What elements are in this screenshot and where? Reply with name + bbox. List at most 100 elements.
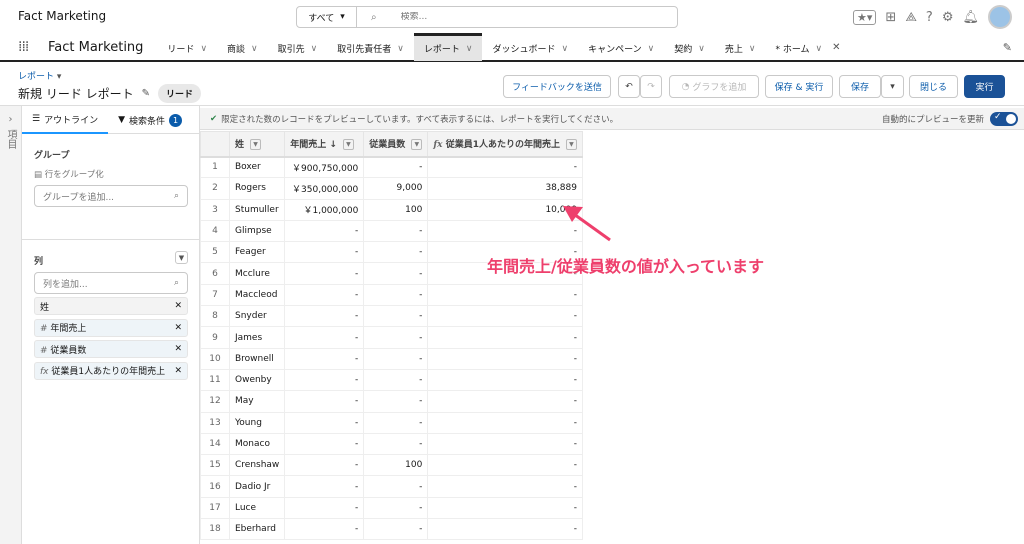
trailhead-icon[interactable]: ⟁ xyxy=(905,10,917,25)
chevron-down-icon[interactable]: ∨ xyxy=(397,44,404,54)
remove-icon[interactable]: ✕ xyxy=(174,344,182,354)
group-rows-label: ▤ 行をグループ化 xyxy=(34,168,104,180)
chevron-down-icon[interactable]: ∨ xyxy=(466,44,473,54)
global-search[interactable]: すべて ▾ ⌕ xyxy=(296,6,678,28)
gear-icon[interactable]: ⚙ xyxy=(942,10,954,25)
add-icon[interactable]: ⊞ xyxy=(885,10,896,25)
breadcrumb[interactable]: レポート ▾ xyxy=(18,69,61,82)
tab-filters[interactable]: ▼ 検索条件 1 xyxy=(108,106,192,134)
run-button[interactable]: 実行 xyxy=(964,75,1005,98)
nav-tab[interactable]: 取引先責任者 ∨ xyxy=(327,33,414,61)
global-header: Fact Marketing すべて ▾ ⌕ ★▾ ⊞ ⟁ ? ⚙ 🔔︎ xyxy=(0,0,1024,34)
edit-nav-icon[interactable]: ✎ xyxy=(1003,41,1012,54)
nav-tab[interactable]: レポート ∨ xyxy=(413,33,483,61)
search-scope-dropdown[interactable]: すべて ▾ xyxy=(297,7,357,27)
app-launcher-icon[interactable]: ⁞⁞⁞ xyxy=(18,40,34,54)
chevron-down-icon[interactable]: ∨ xyxy=(200,44,207,54)
table-cell: Rogers xyxy=(228,177,286,200)
table-cell: - xyxy=(363,262,429,285)
columns-menu-button[interactable]: ▼ xyxy=(175,251,188,264)
nav-tab[interactable]: リード ∨ xyxy=(157,33,217,61)
column-header[interactable]: fx 従業員1人あたりの年間売上 ▼ xyxy=(427,131,583,158)
nav-tab[interactable]: 取引先 ∨ xyxy=(268,33,328,61)
column-menu-icon[interactable]: ▼ xyxy=(250,139,262,151)
redo-button[interactable]: ↷ xyxy=(640,75,662,98)
avatar[interactable] xyxy=(988,5,1012,29)
table-cell: - xyxy=(284,305,365,328)
column-header[interactable]: 従業員数 ▼ xyxy=(363,131,429,158)
column-name: 従業員数 xyxy=(50,345,87,356)
chevron-down-icon[interactable]: ∨ xyxy=(816,44,823,54)
table-cell: Maccleod xyxy=(228,283,286,307)
bell-icon[interactable]: 🔔︎ xyxy=(962,10,979,25)
remove-icon[interactable]: ✕ xyxy=(174,323,182,333)
table-cell: - xyxy=(427,432,583,456)
column-header[interactable]: 年間売上 ↓ ▼ xyxy=(284,131,365,158)
feedback-button[interactable]: フィードバックを送信 xyxy=(503,75,611,98)
table-cell: - xyxy=(427,411,583,434)
search-input[interactable] xyxy=(400,12,677,22)
row-number: 3 xyxy=(200,198,230,221)
remove-icon[interactable]: ✕ xyxy=(174,301,182,311)
column-menu-icon[interactable]: ▼ xyxy=(411,139,423,151)
nav-tab[interactable]: 商談 ∨ xyxy=(217,33,268,61)
table-cell: - xyxy=(284,347,365,370)
close-tab-icon[interactable]: ✕ xyxy=(832,42,840,53)
fields-panel-toggle[interactable]: › 項目 xyxy=(0,106,22,544)
chevron-right-icon: › xyxy=(8,114,13,125)
column-pill-label: fx 従業員1人あたりの年間売上 xyxy=(40,364,165,377)
nav-tab[interactable]: ダッシュボード ∨ xyxy=(482,33,578,61)
column-pill[interactable]: # 従業員数 ✕ xyxy=(34,340,188,358)
row-number: 9 xyxy=(200,326,230,349)
table-cell: Monaco xyxy=(228,432,286,456)
tab-outline[interactable]: ☰ アウトライン xyxy=(22,106,109,134)
nav-tab[interactable]: キャンペーン ∨ xyxy=(578,33,664,61)
column-pill[interactable]: # 年間売上 ✕ xyxy=(34,318,188,337)
remove-icon[interactable]: ✕ xyxy=(174,366,182,376)
column-search-input[interactable]: 列を追加... ⌕ xyxy=(34,272,188,294)
column-pill[interactable]: 姓 ✕ xyxy=(34,297,188,315)
chevron-down-icon[interactable]: ∨ xyxy=(698,44,705,54)
auto-update-control: 自動的にプレビューを更新 xyxy=(882,112,1018,126)
column-menu-icon[interactable]: ▼ xyxy=(565,139,577,151)
row-number: 4 xyxy=(200,219,230,243)
column-header[interactable]: 姓 ▼ xyxy=(228,131,286,158)
table-cell: - xyxy=(427,368,583,392)
breadcrumb-label: レポート xyxy=(18,72,55,82)
help-icon[interactable]: ? xyxy=(926,10,933,25)
save-run-button[interactable]: 保存 & 実行 xyxy=(765,75,833,98)
table-cell: - xyxy=(363,241,429,264)
favorites-icon[interactable]: ★▾ xyxy=(853,9,877,25)
undo-button[interactable]: ↶ xyxy=(618,75,640,98)
pencil-icon[interactable]: ✎ xyxy=(142,88,150,99)
table-cell: Dadio Jr xyxy=(228,475,286,498)
column-header-label: 年間売上 ↓ xyxy=(290,140,337,151)
tab-outline-label: アウトライン xyxy=(44,115,99,126)
save-button[interactable]: 保存 xyxy=(839,75,881,98)
table-row: 1 Boxer ￥900,750,000- - xyxy=(200,155,583,179)
table-row: 13 Young - - - xyxy=(200,411,583,434)
table-cell: - xyxy=(363,518,429,541)
auto-update-toggle[interactable] xyxy=(990,112,1018,126)
table-cell: - xyxy=(363,155,429,179)
table-cell: Mcclure xyxy=(228,262,286,285)
column-pill[interactable]: fx 従業員1人あたりの年間売上 ✕ xyxy=(34,361,188,380)
nav-tab[interactable]: * ホーム ∨ xyxy=(765,33,832,61)
close-button[interactable]: 閉じる xyxy=(909,75,958,98)
row-number: 11 xyxy=(200,368,230,392)
group-search-input[interactable]: グループを追加... ⌕ xyxy=(34,185,188,207)
column-menu-icon[interactable]: ▼ xyxy=(342,139,354,151)
chevron-down-icon[interactable]: ∨ xyxy=(311,44,318,54)
chevron-down-icon[interactable]: ∨ xyxy=(561,44,568,54)
add-chart-button[interactable]: ◔ グラフを追加 xyxy=(669,75,759,98)
chevron-down-icon[interactable]: ∨ xyxy=(648,44,655,54)
save-menu-button[interactable]: ▾ xyxy=(881,75,904,98)
column-header-label: 従業員数 xyxy=(369,140,406,151)
nav-tab[interactable]: 契約 ∨ xyxy=(664,33,715,61)
preview-message: 限定された数のレコードをプレビューしています。すべて表示するには、レポートを実行… xyxy=(221,114,619,125)
chevron-down-icon[interactable]: ∨ xyxy=(251,44,258,54)
chevron-down-icon[interactable]: ∨ xyxy=(749,44,756,54)
nav-tab[interactable]: 売上 ∨ xyxy=(715,33,766,61)
table-cell: - xyxy=(284,390,365,413)
table-row: 12 May - - - xyxy=(200,390,583,413)
